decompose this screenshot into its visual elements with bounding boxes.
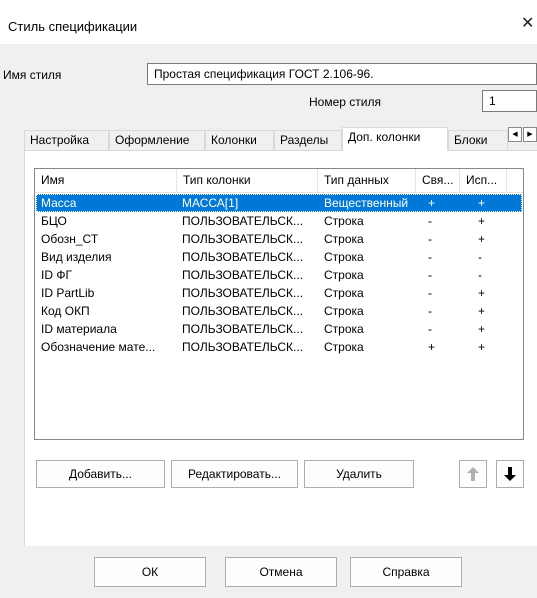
cell-linked: - xyxy=(428,322,432,336)
title-bar: Стиль спецификации ✕ xyxy=(0,0,537,44)
add-button[interactable]: Добавить... xyxy=(36,460,165,488)
cell-name: Вид изделия xyxy=(41,250,112,264)
cell-data-type: Строка xyxy=(324,232,364,246)
column-header-column-type[interactable]: Тип колонки xyxy=(177,169,318,192)
cell-linked: - xyxy=(428,268,432,282)
arrow-down-icon xyxy=(504,467,516,481)
cell-linked: + xyxy=(428,196,436,210)
tab-scroll-right-icon[interactable]: ▶ xyxy=(523,127,537,142)
style-name-input[interactable]: Простая спецификация ГОСТ 2.106-96. xyxy=(147,63,537,85)
cell-name: ID материала xyxy=(41,322,117,336)
cell-column-type: ПОЛЬЗОВАТЕЛЬСК... xyxy=(182,322,304,336)
delete-button[interactable]: Удалить xyxy=(304,460,414,488)
cell-name: ID ФГ xyxy=(41,268,72,282)
cell-name: БЦО xyxy=(41,214,67,228)
cell-data-type: Строка xyxy=(324,322,364,336)
table-row[interactable]: ID PartLib ПОЛЬЗОВАТЕЛЬСК... Строка - + xyxy=(36,284,522,302)
cell-name: ID PartLib xyxy=(41,286,95,300)
cell-used: + xyxy=(478,214,486,228)
cell-column-type: ПОЛЬЗОВАТЕЛЬСК... xyxy=(182,232,304,246)
cell-linked: - xyxy=(428,214,432,228)
table-row[interactable]: Масса МАССА[1] Вещественный + + xyxy=(36,194,522,212)
table-row[interactable]: Код ОКП ПОЛЬЗОВАТЕЛЬСК... Строка - + xyxy=(36,302,522,320)
table-row[interactable]: ID ФГ ПОЛЬЗОВАТЕЛЬСК... Строка - - xyxy=(36,266,522,284)
tab-sections[interactable]: Разделы xyxy=(274,130,342,150)
tab-settings[interactable]: Настройка xyxy=(24,130,109,150)
close-icon[interactable]: ✕ xyxy=(521,16,534,32)
cell-data-type: Вещественный xyxy=(324,196,409,210)
style-number-input[interactable]: 1 xyxy=(482,90,537,112)
column-header-linked[interactable]: Свя... xyxy=(416,169,460,192)
cell-column-type: ПОЛЬЗОВАТЕЛЬСК... xyxy=(182,340,304,354)
spec-style-dialog: Стиль спецификации ✕ Имя стиля Простая с… xyxy=(0,0,537,598)
cell-data-type: Строка xyxy=(324,340,364,354)
cancel-button[interactable]: Отмена xyxy=(225,557,337,587)
cell-column-type: МАССА[1] xyxy=(182,196,239,210)
ok-button[interactable]: ОК xyxy=(94,557,206,587)
column-header-name[interactable]: Имя xyxy=(35,169,177,192)
cell-column-type: ПОЛЬЗОВАТЕЛЬСК... xyxy=(182,268,304,282)
style-name-label: Имя стиля xyxy=(3,68,62,82)
edit-button[interactable]: Редактировать... xyxy=(171,460,298,488)
cell-name: Масса xyxy=(41,196,77,210)
cell-column-type: ПОЛЬЗОВАТЕЛЬСК... xyxy=(182,286,304,300)
tab-design[interactable]: Оформление xyxy=(109,130,205,150)
cell-name: Обозн_СТ xyxy=(41,232,99,246)
cell-data-type: Строка xyxy=(324,250,364,264)
table-row[interactable]: ID материала ПОЛЬЗОВАТЕЛЬСК... Строка - + xyxy=(36,320,522,338)
help-button[interactable]: Справка xyxy=(350,557,462,587)
cell-linked: - xyxy=(428,304,432,318)
cell-data-type: Строка xyxy=(324,214,364,228)
table-row[interactable]: Обозначение мате... ПОЛЬЗОВАТЕЛЬСК... Стро… xyxy=(36,338,522,356)
cell-column-type: ПОЛЬЗОВАТЕЛЬСК... xyxy=(182,304,304,318)
cell-name: Обозначение мате... xyxy=(41,340,156,354)
tab-scroll-buttons: ◀ ▶ xyxy=(508,127,537,143)
cell-linked: - xyxy=(428,250,432,264)
cell-name: Код ОКП xyxy=(41,304,90,318)
cell-linked: - xyxy=(428,232,432,246)
cell-used: + xyxy=(478,304,486,318)
arrow-up-icon xyxy=(467,467,479,481)
move-down-button[interactable] xyxy=(496,460,524,488)
table-row[interactable]: Обозн_СТ ПОЛЬЗОВАТЕЛЬСК... Строка - + xyxy=(36,230,522,248)
tab-extra-columns[interactable]: Доп. колонки xyxy=(342,127,448,151)
cell-column-type: ПОЛЬЗОВАТЕЛЬСК... xyxy=(182,214,304,228)
tab-scroll-left-icon[interactable]: ◀ xyxy=(508,127,522,142)
move-up-button[interactable] xyxy=(459,460,487,488)
tab-blocks[interactable]: Блоки xyxy=(448,130,508,150)
cell-data-type: Строка xyxy=(324,304,364,318)
tab-columns[interactable]: Колонки xyxy=(205,130,274,150)
cell-linked: - xyxy=(428,286,432,300)
cell-used: + xyxy=(478,340,486,354)
cell-used: + xyxy=(478,232,486,246)
table-row[interactable]: БЦО ПОЛЬЗОВАТЕЛЬСК... Строка - + xyxy=(36,212,522,230)
dialog-title: Стиль спецификации xyxy=(8,19,138,34)
extra-columns-list[interactable]: Имя Тип колонки Тип данных Свя... Исп...… xyxy=(34,168,524,440)
cell-used: + xyxy=(478,196,486,210)
column-header-used[interactable]: Исп... xyxy=(460,169,507,192)
table-row[interactable]: Вид изделия ПОЛЬЗОВАТЕЛЬСК... Строка - - xyxy=(36,248,522,266)
cell-data-type: Строка xyxy=(324,286,364,300)
cell-used: + xyxy=(478,286,486,300)
list-header: Имя Тип колонки Тип данных Свя... Исп... xyxy=(35,169,523,193)
cell-used: - xyxy=(478,250,482,264)
cell-data-type: Строка xyxy=(324,268,364,282)
style-number-label: Номер стиля xyxy=(309,95,381,109)
cell-linked: + xyxy=(428,340,436,354)
cell-column-type: ПОЛЬЗОВАТЕЛЬСК... xyxy=(182,250,304,264)
cell-used: - xyxy=(478,268,482,282)
cell-used: + xyxy=(478,322,486,336)
column-header-data-type[interactable]: Тип данных xyxy=(318,169,416,192)
